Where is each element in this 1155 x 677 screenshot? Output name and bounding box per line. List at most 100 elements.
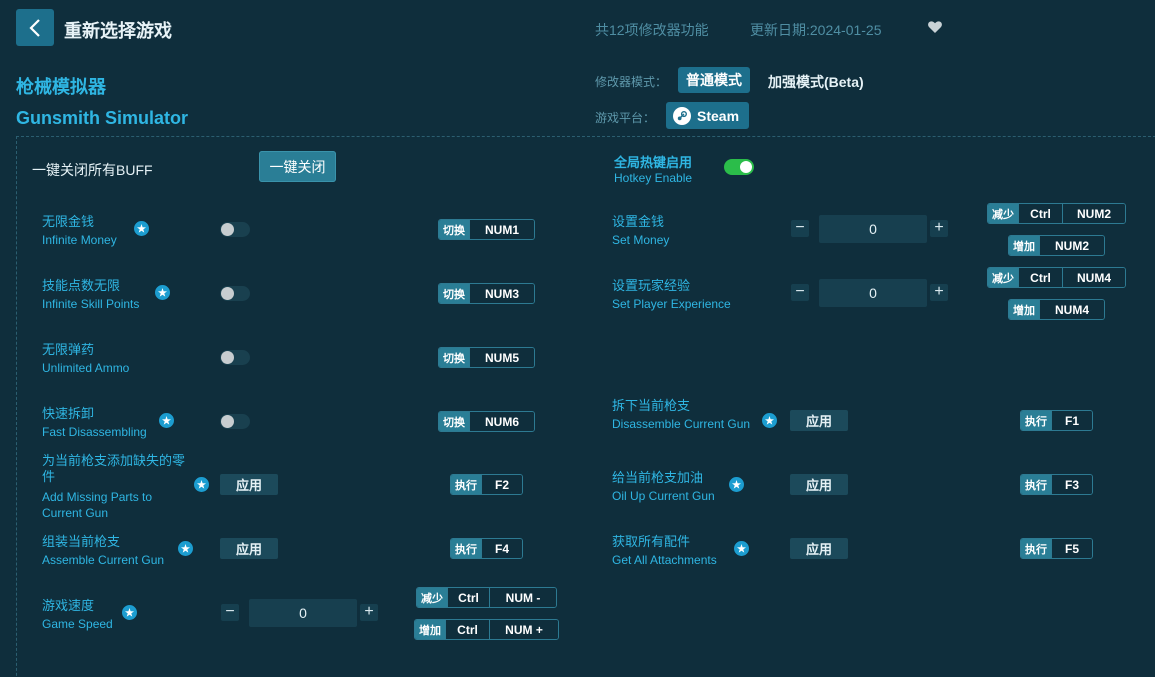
hotkey-badge[interactable]: 切换 NUM1 [438,219,535,240]
hotkey-badge[interactable]: 执行 F1 [1020,410,1093,431]
hotkey-badge-increase[interactable]: 增加 NUM2 [1008,235,1105,256]
feature-label-en: Unlimited Ammo [42,361,130,375]
hotkey-action: 减少 [988,268,1018,287]
hotkey-badge-increase[interactable]: 增加 Ctrl NUM + [414,619,559,640]
chevron-left-icon [29,18,40,37]
game-speed-decrease-button[interactable]: − [221,604,239,621]
game-speed-value[interactable]: 0 [249,599,357,627]
feature-label-en: Oil Up Current Gun [612,489,715,503]
hotkey-key: NUM5 [469,348,534,367]
game-speed-increase-button[interactable]: + [360,604,378,621]
disable-all-button[interactable]: 一键关闭 [259,151,336,182]
disable-all-label: 一键关闭所有BUFF [32,162,153,178]
hotkey-enable-label-cn: 全局热键启用 [614,155,693,170]
hotkey-key: NUM - [489,588,556,607]
feature-label-en: Infinite Skill Points [42,297,140,311]
feature-label-cn: 无限弹药 [42,342,95,357]
get-attachments-apply-button[interactable]: 应用 [790,538,848,559]
hotkey-key: NUM4 [1039,300,1104,319]
favorite-star-icon[interactable] [159,413,174,428]
set-money-decrease-button[interactable]: − [791,220,809,237]
hotkey-modifier: Ctrl [1018,204,1062,223]
disassemble-gun-apply-button[interactable]: 应用 [790,410,848,431]
normal-mode-button[interactable]: 普通模式 [678,67,750,93]
favorite-star-icon[interactable] [122,605,137,620]
feature-label-en: Disassemble Current Gun [612,417,751,431]
hotkey-badge-increase[interactable]: 增加 NUM4 [1008,299,1105,320]
hotkey-action: 切换 [439,220,469,239]
hotkey-badge[interactable]: 切换 NUM5 [438,347,535,368]
back-button[interactable] [16,9,54,46]
hotkey-badge-decrease[interactable]: 减少 Ctrl NUM - [416,587,557,608]
fast-disassembling-toggle[interactable] [220,414,250,429]
feature-label-cn: 设置金钱 [612,214,665,229]
feature-label-cn: 拆下当前枪支 [612,398,691,413]
favorite-star-icon[interactable] [762,413,777,428]
set-money-increase-button[interactable]: + [930,220,948,237]
hotkey-badge[interactable]: 执行 F4 [450,538,523,559]
hotkey-action: 切换 [439,284,469,303]
hotkey-badge[interactable]: 切换 NUM6 [438,411,535,432]
set-experience-decrease-button[interactable]: − [791,284,809,301]
feature-label-cn: 为当前枪支添加缺失的零件 [42,453,186,484]
feature-label-en: Set Money [612,233,670,247]
favorite-star-icon[interactable] [134,221,149,236]
page-title: 重新选择游戏 [64,21,172,41]
hotkey-badge-decrease[interactable]: 减少 Ctrl NUM2 [987,203,1126,224]
hotkey-badge[interactable]: 执行 F2 [450,474,523,495]
hotkey-action: 减少 [417,588,447,607]
set-money-value[interactable]: 0 [819,215,927,243]
enhanced-mode-button[interactable]: 加强模式(Beta) [768,72,864,92]
feature-label-en: Get All Attachments [612,553,717,567]
add-missing-parts-apply-button[interactable]: 应用 [220,474,278,495]
hotkey-modifier: Ctrl [1018,268,1062,287]
hotkey-modifier: Ctrl [445,620,489,639]
hotkey-badge[interactable]: 执行 F5 [1020,538,1093,559]
feature-label-cn: 获取所有配件 [612,534,691,549]
hotkey-action: 执行 [451,539,481,558]
feature-label-en: Game Speed [42,617,113,631]
infinite-money-toggle[interactable] [220,222,250,237]
feature-label-cn: 无限金钱 [42,214,95,229]
unlimited-ammo-toggle[interactable] [220,350,250,365]
hotkey-key: NUM1 [469,220,534,239]
hotkey-enable-toggle[interactable] [724,159,754,175]
favorite-star-icon[interactable] [734,541,749,556]
hotkey-key: NUM3 [469,284,534,303]
feature-label-cn: 游戏速度 [42,598,95,613]
hotkey-badge-decrease[interactable]: 减少 Ctrl NUM4 [987,267,1126,288]
hotkey-key: F1 [1051,411,1092,430]
heart-icon[interactable] [927,19,943,35]
oil-gun-apply-button[interactable]: 应用 [790,474,848,495]
hotkey-badge[interactable]: 切换 NUM3 [438,283,535,304]
hotkey-badge[interactable]: 执行 F3 [1020,474,1093,495]
steam-platform-button[interactable]: Steam [666,102,749,129]
assemble-gun-apply-button[interactable]: 应用 [220,538,278,559]
feature-label-en: Add Missing Parts to Current Gun [42,490,153,520]
platform-label: 游戏平台： [595,111,656,125]
features-panel [16,136,1155,677]
set-experience-increase-button[interactable]: + [930,284,948,301]
steam-icon [673,106,691,125]
hotkey-action: 增加 [1009,300,1039,319]
feature-label-cn: 快速拆卸 [42,406,95,421]
hotkey-enable-label-en: Hotkey Enable [614,171,693,185]
hotkey-action: 增加 [415,620,445,639]
mode-label: 修改器模式： [595,75,668,89]
feature-label-en: Fast Disassembling [42,425,147,439]
favorite-star-icon[interactable] [729,477,744,492]
feature-label-en: Set Player Experience [612,297,731,311]
hotkey-key: NUM + [489,620,558,639]
infinite-skill-points-toggle[interactable] [220,286,250,301]
hotkey-action: 执行 [1021,411,1051,430]
hotkey-key: F3 [1051,475,1092,494]
hotkey-action: 减少 [988,204,1018,223]
hotkey-action: 执行 [1021,539,1051,558]
hotkey-action: 切换 [439,348,469,367]
set-experience-value[interactable]: 0 [819,279,927,307]
feature-label-en: Infinite Money [42,233,117,247]
favorite-star-icon[interactable] [155,285,170,300]
hotkey-action: 执行 [451,475,481,494]
favorite-star-icon[interactable] [178,541,193,556]
favorite-star-icon[interactable] [194,477,209,492]
